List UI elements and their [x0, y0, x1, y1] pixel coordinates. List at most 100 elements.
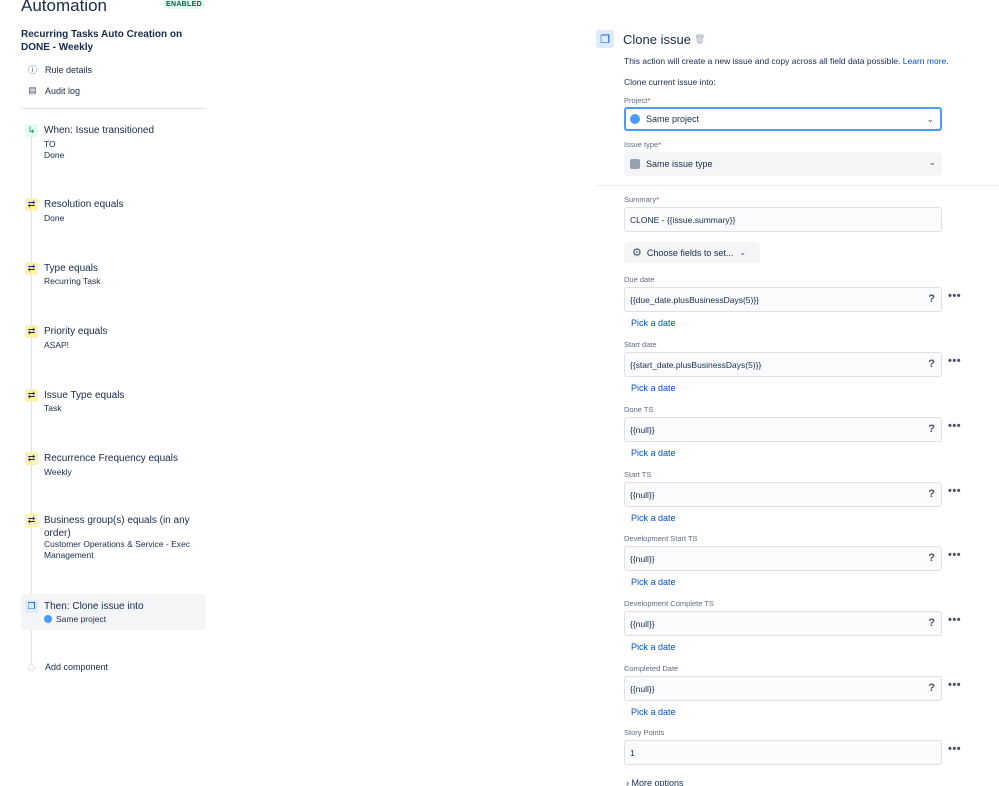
- condition-icon: ⇄: [25, 325, 38, 338]
- field-label: Due date: [624, 275, 655, 284]
- audit-log-link[interactable]: ▤ Audit log: [27, 85, 80, 96]
- project-select[interactable]: Same project ⌄: [624, 107, 942, 131]
- development-start-ts-input[interactable]: {{null}} ?: [624, 546, 942, 571]
- clone-into-label: Clone current issue into:: [624, 77, 716, 87]
- chevron-down-icon: ⌄: [739, 248, 747, 257]
- panel-title: Clone issue: [623, 32, 691, 47]
- more-icon[interactable]: •••: [948, 420, 961, 432]
- issue-type-icon: [630, 159, 640, 169]
- summary-input[interactable]: CLONE - {{issue.summary}}: [624, 207, 942, 232]
- more-icon[interactable]: •••: [948, 549, 961, 561]
- field-value: 1: [630, 747, 635, 758]
- pick-date-link[interactable]: Pick a date: [631, 577, 676, 587]
- panel-description: This action will create a new issue and …: [624, 56, 949, 66]
- more-icon[interactable]: •••: [948, 743, 961, 755]
- component-title: Business group(s) equals (in any order): [44, 515, 190, 539]
- component-sub: ASAP!: [44, 340, 70, 350]
- more-icon[interactable]: •••: [948, 355, 961, 367]
- pick-date-link[interactable]: Pick a date: [631, 318, 676, 328]
- rule-name: Recurring Tasks Auto Creation on DONE - …: [21, 29, 183, 53]
- story-points-input[interactable]: 1: [624, 740, 942, 765]
- project-select-value: Same project: [646, 114, 700, 124]
- project-avatar-icon: [44, 615, 52, 623]
- chevron-down-icon: ⌄: [928, 157, 936, 167]
- help-icon[interactable]: ?: [928, 358, 935, 370]
- component-sub: Recurring Task: [44, 276, 101, 286]
- rule-details-link[interactable]: ⓘ Rule details: [27, 64, 93, 76]
- component-title: Type equals: [44, 263, 98, 274]
- field-label: Start TS: [624, 470, 652, 479]
- field-label: Start date: [624, 340, 657, 349]
- start-date-input[interactable]: {{start_date.plusBusinessDays(5)}} ?: [624, 352, 942, 377]
- condition-icon: ⇄: [25, 452, 38, 465]
- issue-type-label: Issue type*: [624, 140, 662, 149]
- help-icon[interactable]: ?: [928, 423, 935, 435]
- completed-date-input[interactable]: {{null}} ?: [624, 676, 942, 701]
- component-sub: Done: [44, 213, 65, 223]
- issue-type-select[interactable]: Same issue type ⌄: [624, 152, 942, 176]
- add-component-link[interactable]: Add component: [45, 662, 108, 672]
- field-value: {{null}}: [630, 553, 655, 564]
- component-sub: Customer Operations & Service - Exec Man…: [44, 539, 190, 560]
- pick-date-link[interactable]: Pick a date: [631, 383, 676, 393]
- component-sub: Done: [44, 150, 65, 160]
- condition-resolution[interactable]: ⇄ Resolution equals Done: [21, 198, 206, 226]
- field-value: {{due_date.plusBusinessDays(5)}}: [630, 294, 760, 305]
- field-value: {{null}}: [630, 683, 655, 694]
- more-icon[interactable]: •••: [948, 485, 961, 497]
- story-points-label: Story Points: [624, 728, 665, 737]
- more-icon[interactable]: •••: [948, 679, 961, 691]
- condition-icon: ⇄: [25, 198, 38, 211]
- summary-label-text: Summary: [624, 195, 657, 204]
- pick-date-link[interactable]: Pick a date: [631, 448, 676, 458]
- rule-details-label: Rule details: [45, 64, 93, 75]
- more-icon[interactable]: •••: [948, 290, 961, 302]
- pick-date-link[interactable]: Pick a date: [631, 642, 676, 652]
- learn-more-link[interactable]: Learn more.: [903, 56, 949, 66]
- pick-date-link[interactable]: Pick a date: [631, 707, 676, 717]
- more-options-label: More options: [631, 778, 684, 786]
- trigger-icon: ↳: [25, 124, 38, 137]
- field-value: {{null}}: [630, 618, 655, 629]
- trigger-issue-transitioned[interactable]: ↳ When: Issue transitioned TO Done: [21, 124, 206, 164]
- info-icon: ⓘ: [27, 65, 37, 75]
- component-title: Resolution equals: [44, 199, 124, 210]
- section-divider: [596, 185, 999, 186]
- field-label: Completed Date: [624, 664, 679, 673]
- pick-date-link[interactable]: Pick a date: [631, 513, 676, 523]
- condition-icon: ⇄: [25, 262, 38, 275]
- chevron-right-icon: ›: [626, 778, 629, 786]
- choose-fields-button[interactable]: ⚙ Choose fields to set... ⌄: [624, 242, 760, 263]
- project-avatar-icon: [630, 114, 640, 124]
- component-title: Then: Clone issue into: [44, 601, 144, 612]
- summary-input-value: CLONE - {{issue.summary}}: [630, 214, 736, 225]
- help-icon[interactable]: ?: [928, 682, 935, 694]
- more-options-toggle[interactable]: › More options: [626, 778, 684, 786]
- done-ts-input[interactable]: {{null}} ?: [624, 417, 942, 442]
- component-title: Recurrence Frequency equals: [44, 453, 178, 464]
- help-icon[interactable]: ?: [928, 293, 935, 305]
- project-label-text: Project: [624, 96, 648, 105]
- condition-issue-type[interactable]: ⇄ Issue Type equals Task: [21, 389, 206, 417]
- start-ts-input[interactable]: {{null}} ?: [624, 482, 942, 507]
- condition-icon: ⇄: [25, 514, 38, 527]
- condition-recurrence[interactable]: ⇄ Recurrence Frequency equals Weekly: [21, 452, 206, 480]
- condition-priority[interactable]: ⇄ Priority equals ASAP!: [21, 325, 206, 353]
- condition-type[interactable]: ⇄ Type equals Recurring Task: [21, 262, 206, 290]
- clone-icon: ❐: [25, 600, 38, 613]
- issue-type-select-value: Same issue type: [646, 159, 713, 169]
- trash-icon[interactable]: 🗑: [694, 34, 705, 45]
- field-value: {{null}}: [630, 489, 655, 500]
- due-date-input[interactable]: {{due_date.plusBusinessDays(5)}} ?: [624, 287, 942, 312]
- development-complete-ts-input[interactable]: {{null}} ?: [624, 611, 942, 636]
- help-icon[interactable]: ?: [928, 488, 935, 500]
- help-icon[interactable]: ?: [928, 617, 935, 629]
- component-title: Priority equals: [44, 326, 108, 337]
- more-icon[interactable]: •••: [948, 614, 961, 626]
- add-dot-icon: [28, 664, 35, 671]
- condition-business-group[interactable]: ⇄ Business group(s) equals (in any order…: [21, 514, 206, 564]
- component-title: When: Issue transitioned: [44, 125, 155, 136]
- gear-icon: ⚙: [632, 247, 642, 259]
- help-icon[interactable]: ?: [928, 552, 935, 564]
- action-clone-issue[interactable]: ❐ Then: Clone issue into Same project: [21, 594, 206, 630]
